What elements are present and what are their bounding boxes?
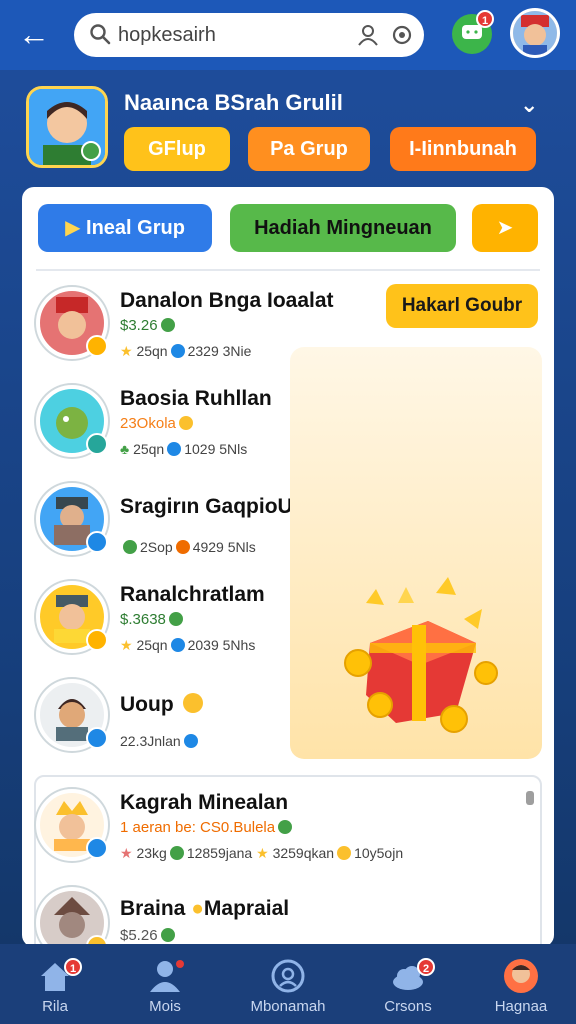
nav-badge: 1	[64, 958, 82, 976]
nav-label: Mbonamah	[250, 998, 326, 1015]
pill-group-2[interactable]: Pa Grup	[248, 127, 370, 171]
member-name: Braina ●Mapraial	[120, 897, 290, 920]
search-input[interactable]: hopkesairh	[118, 24, 216, 47]
chevron-down-icon[interactable]: ⌄	[520, 92, 538, 118]
nav-label: Mois	[149, 998, 181, 1015]
star-icon: ★	[120, 637, 133, 653]
member-meta: ★ 23kg 12859jana ★ 3259qkan 10y5ojn	[120, 845, 404, 861]
member-name: Kagrah Minealan	[120, 791, 289, 814]
chat-icon	[462, 25, 482, 39]
check-icon	[123, 540, 137, 554]
list-item[interactable]: Danalon Bnga Ioaalat $3.26 ★ 25qn 2329 3N…	[36, 287, 334, 377]
member-name: Sragirın GaqpioUak	[120, 495, 317, 518]
member-name: Uoup	[120, 693, 206, 717]
compass-icon	[271, 959, 305, 993]
level-badge-icon	[86, 727, 108, 749]
check-icon	[160, 318, 175, 332]
level-badge-icon	[86, 531, 108, 553]
nav-discover[interactable]: Mbonamah	[233, 944, 343, 1024]
back-arrow-icon[interactable]: ←	[18, 16, 58, 52]
list-item[interactable]: Kagrah Minealan 1 aeran be: CS0.Bulela ★…	[36, 789, 496, 879]
forward-button[interactable]: ➤	[472, 204, 538, 252]
megaphone-icon: ▶	[65, 217, 81, 239]
main-card: ▶ Ineal Grup Hadiah Mingneuan ➤ Hakarl G…	[22, 187, 554, 947]
top-bar: ← hopkesairh 1	[0, 0, 576, 70]
gift-box-icon	[344, 577, 498, 733]
star-icon: ★	[256, 845, 269, 861]
coin-icon: ●	[191, 897, 204, 920]
level-badge-icon	[86, 629, 108, 651]
bottom-nav: 1 Rila Mois Mbonamah 2 Crsons Hagnaa	[0, 944, 576, 1024]
profile-avatar-icon	[504, 959, 538, 993]
scrollbar[interactable]	[526, 791, 534, 805]
list-item[interactable]: Baosia Ruhllan 23Okola ♣ 25qn 1029 5Nls	[36, 385, 306, 475]
notification-dot	[176, 960, 184, 968]
check-icon	[170, 344, 185, 358]
member-meta: ★ 25qn 2329 3Nie	[120, 343, 252, 359]
check-icon	[183, 734, 198, 748]
member-coins: $.3638	[120, 611, 186, 628]
chat-button[interactable]: 1	[452, 10, 494, 54]
list-item[interactable]: Ranalchratlam $.3638 ★ 25qn 2039 5Nhs	[36, 581, 306, 671]
star-icon: ★	[120, 343, 133, 359]
member-name: Ranalchratlam	[120, 583, 265, 606]
divider	[36, 269, 540, 271]
member-meta: 22.3Jnlan	[120, 733, 201, 749]
member-coins: $3.26	[120, 317, 178, 334]
level-badge-icon	[86, 335, 108, 357]
avatar-face-icon	[513, 11, 557, 55]
check-icon	[169, 846, 184, 860]
nav-badge: 2	[417, 958, 435, 976]
group-portrait-icon	[29, 89, 105, 165]
member-name: Danalon Bnga Ioaalat	[120, 289, 334, 312]
nav-label: Hagnaa	[494, 998, 548, 1015]
member-meta: 2Sop 4929 5Nls	[120, 539, 256, 555]
check-icon	[168, 612, 183, 626]
leaf-icon: ♣	[120, 441, 130, 457]
check-icon	[170, 638, 185, 652]
coin-icon	[178, 416, 193, 430]
search-bar[interactable]: hopkesairh	[74, 13, 424, 57]
tab-group[interactable]: ▶ Ineal Grup	[38, 204, 212, 252]
chat-badge: 1	[476, 10, 494, 28]
member-coins: 1 aeran be: CS0.Bulela	[120, 819, 295, 836]
help-button[interactable]: Hakarl Goubr	[386, 284, 538, 328]
group-avatar[interactable]	[26, 86, 108, 168]
check-icon	[160, 928, 175, 942]
star-icon: ★	[120, 845, 133, 861]
level-badge-icon	[86, 433, 108, 455]
nav-cloud[interactable]: 2 Crsons	[353, 944, 463, 1024]
member-meta: ♣ 25qn 1029 5Nls	[120, 441, 248, 457]
profile-avatar[interactable]	[510, 8, 560, 58]
weekly-gift-panel[interactable]	[290, 347, 542, 759]
nav-label: Rila	[42, 998, 68, 1015]
level-badge-icon	[86, 837, 108, 859]
member-meta: ★ 25qn 2039 5Nhs	[120, 637, 256, 653]
search-icon	[90, 24, 111, 45]
tab-weekly-gift[interactable]: Hadiah Mingneuan	[230, 204, 456, 252]
member-name: Baosia Ruhllan	[120, 387, 272, 410]
nav-friends[interactable]: Mois	[110, 944, 220, 1024]
group-title: Naaınca BSrah Grulil	[124, 90, 343, 115]
forward-icon: ➤	[496, 217, 514, 239]
pill-group-3[interactable]: I-Iinnbunah	[390, 127, 536, 171]
member-coins: $5.26	[120, 927, 178, 944]
pill-group-1[interactable]: GFlup	[124, 127, 230, 171]
user-icon[interactable]	[356, 23, 380, 47]
member-coins: 23Okola	[120, 415, 196, 432]
coin-icon	[175, 540, 190, 554]
list-item[interactable]: Uoup 22.3Jnlan	[36, 679, 306, 769]
list-item[interactable]: Sragirın GaqpioUak 2Sop 4929 5Nls	[36, 483, 316, 573]
nav-profile[interactable]: Hagnaa	[466, 944, 576, 1024]
coin-icon	[182, 693, 203, 713]
list-item[interactable]: Braina ●Mapraial $5.26	[36, 887, 496, 947]
tab-group-label: Ineal Grup	[86, 217, 185, 239]
check-icon	[167, 442, 182, 456]
settings-icon[interactable]	[390, 23, 414, 47]
nav-home[interactable]: 1 Rila	[0, 944, 110, 1024]
coin-icon	[337, 846, 352, 860]
nav-label: Crsons	[384, 998, 432, 1015]
check-icon	[278, 820, 293, 834]
